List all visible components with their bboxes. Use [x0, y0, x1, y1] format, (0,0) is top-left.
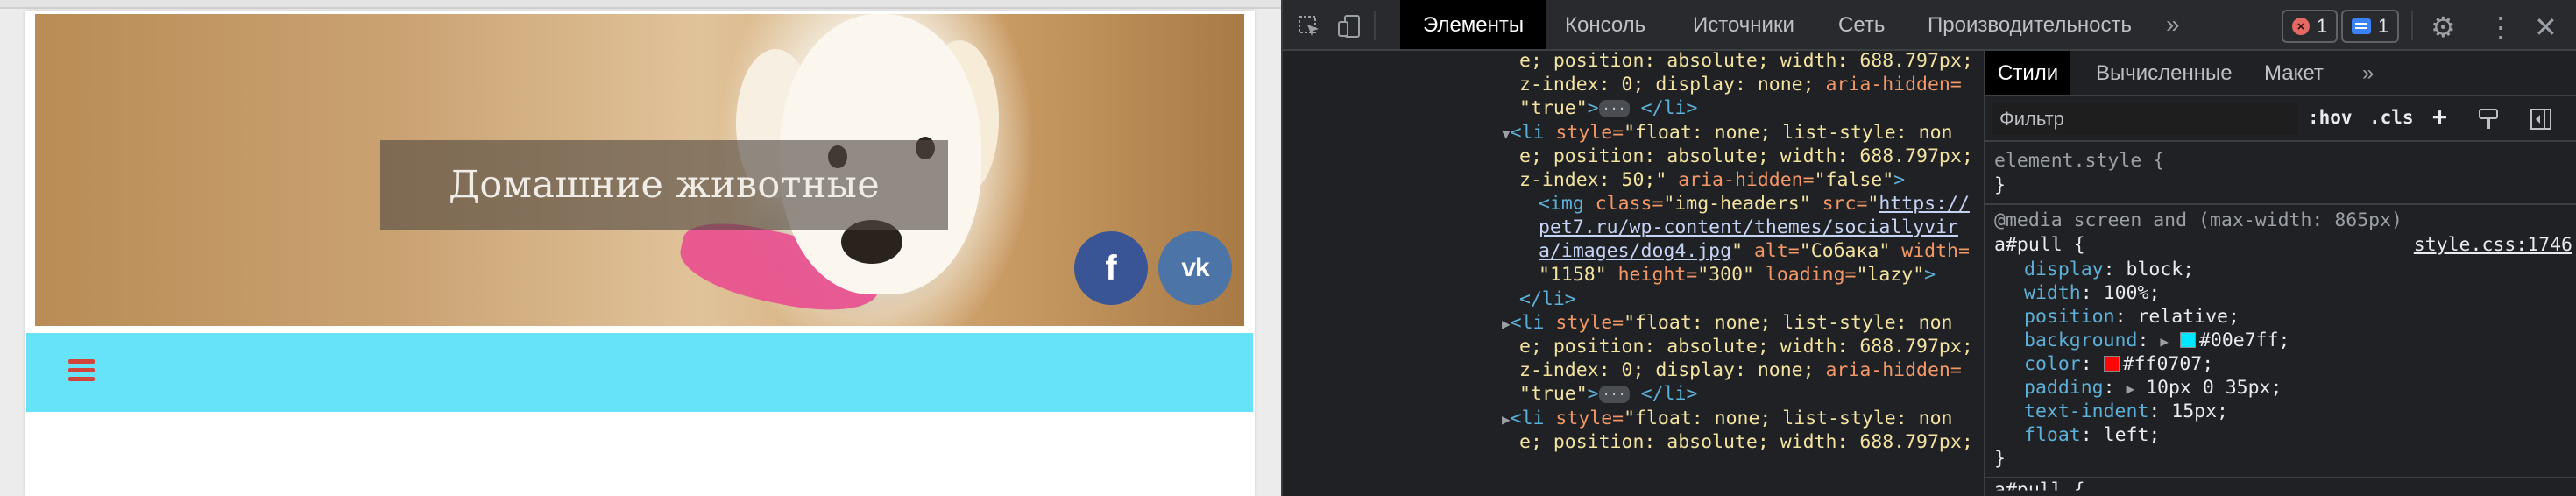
page-top-strip — [0, 0, 1281, 9]
class-toggle[interactable]: .cls — [2369, 107, 2414, 128]
css-rules: element.style { } @media screen and (max… — [1985, 144, 2576, 494]
dom-line[interactable]: a/images/dog4.jpg" alt="Собака" width= — [1539, 239, 1970, 264]
css-property[interactable]: text-indent: 15px; — [2024, 400, 2228, 424]
dom-line[interactable]: e; position: absolute; width: 688.797px; — [1519, 145, 1973, 169]
dom-line[interactable]: "true"> ··· </li> — [1519, 382, 1697, 407]
dom-line[interactable]: z-index: 0; display: none; aria-hidden= — [1519, 73, 1962, 97]
facebook-icon: f — [1105, 248, 1117, 287]
error-count: 1 — [2317, 15, 2328, 37]
message-icon — [2352, 18, 2371, 34]
dom-line[interactable]: <img class="img-headers" src="https:// — [1539, 192, 1970, 216]
expand-arrow-icon: ▼ — [1502, 125, 1511, 142]
message-count: 1 — [2378, 15, 2389, 37]
facebook-button[interactable]: f — [1074, 231, 1148, 305]
toggle-sidebar-icon[interactable] — [2529, 107, 2553, 131]
styles-filter-input[interactable] — [1992, 103, 2297, 135]
dom-line[interactable]: e; position: absolute; width: 688.797px; — [1519, 430, 1973, 455]
devtools-panel: Элементы Консоль Источники Сеть Производ… — [1281, 0, 2576, 496]
collapsed-content-icon[interactable]: ··· — [1598, 386, 1630, 403]
rule-close: } — [1994, 174, 2006, 196]
styles-filter-row: :hov .cls + — [1985, 96, 2576, 142]
tab-computed[interactable]: Вычисленные — [2096, 51, 2233, 95]
inspect-element-icon[interactable] — [1297, 14, 1321, 39]
webpage-viewport: Домашние животные f vk — [0, 0, 1281, 496]
tab-elements[interactable]: Элементы — [1400, 0, 1547, 49]
hamburger-menu-icon[interactable] — [68, 359, 95, 382]
new-rule-icon[interactable]: + — [2432, 102, 2447, 131]
dom-line-expanded[interactable]: ▼<li style="float: none; list-style: non — [1502, 121, 1952, 146]
styles-pane: Стили Вычисленные Макет » :hov .cls + el… — [1984, 51, 2576, 496]
css-property[interactable]: display: block; — [2024, 258, 2194, 282]
header-image-dog: Домашние животные f vk — [35, 14, 1244, 326]
device-toolbar-icon[interactable] — [1337, 14, 1362, 39]
error-icon: × — [2292, 18, 2310, 35]
color-swatch-icon[interactable] — [2179, 332, 2196, 348]
devtools-toolbar: Элементы Консоль Источники Сеть Производ… — [1283, 0, 2576, 51]
tab-styles[interactable]: Стили — [1985, 51, 2071, 95]
paint-brush-icon[interactable] — [2476, 107, 2501, 131]
rule-selector[interactable]: a#pull { — [1994, 233, 2085, 258]
dom-line[interactable]: </li> — [1519, 287, 1576, 312]
css-property[interactable]: color: #ff0707; — [2024, 352, 2213, 377]
css-property[interactable]: width: 100%; — [2024, 281, 2160, 306]
site-title-box: Домашние животные — [380, 140, 948, 230]
tab-network[interactable]: Сеть — [1838, 0, 1885, 49]
dom-line[interactable]: z-index: 50;" aria-hidden="false"> — [1519, 168, 1905, 193]
vk-button[interactable]: vk — [1158, 231, 1232, 305]
collapse-arrow-icon: ▶ — [1502, 315, 1511, 332]
page-content: Домашние животные f vk — [25, 11, 1255, 496]
css-property[interactable]: background: ▶ #00e7ff; — [2024, 329, 2290, 354]
dom-line-collapsed[interactable]: ▶<li style="float: none; list-style: non — [1502, 407, 1952, 432]
elements-tree[interactable]: e; position: absolute; width: 688.797px;… — [1283, 51, 1984, 496]
vk-icon: vk — [1181, 253, 1209, 282]
media-query: @media screen and (max-width: 865px) — [1994, 209, 2403, 231]
errors-badge[interactable]: × 1 — [2282, 10, 2339, 43]
next-rule-partial: a#pull { — [1994, 479, 2085, 496]
css-property[interactable]: position: relative; — [2024, 305, 2240, 329]
hover-state-toggle[interactable]: :hov — [2308, 107, 2353, 128]
close-icon[interactable]: ✕ — [2534, 11, 2558, 44]
site-title[interactable]: Домашние животные — [449, 163, 880, 207]
dom-line[interactable]: pet7.ru/wp-content/themes/sociallyvir — [1539, 216, 1958, 240]
dom-line[interactable]: z-index: 0; display: none; aria-hidden= — [1519, 358, 1962, 383]
styles-tabbar: Стили Вычисленные Макет » — [1985, 51, 2576, 96]
rule-close: } — [1994, 448, 2006, 470]
more-panes-chevron-icon[interactable]: » — [2362, 51, 2374, 95]
css-property[interactable]: padding: ▶ 10px 0 35px; — [2024, 376, 2282, 401]
collapse-arrow-icon: ▶ — [1502, 411, 1511, 428]
tab-layout[interactable]: Макет — [2264, 51, 2324, 95]
css-property[interactable]: float: left; — [2024, 423, 2160, 448]
color-swatch-icon[interactable] — [2103, 356, 2120, 372]
dom-line[interactable]: e; position: absolute; width: 688.797px; — [1519, 335, 1973, 359]
tab-performance[interactable]: Производительность — [1928, 0, 2132, 49]
more-tabs-chevron-icon[interactable]: » — [2166, 11, 2180, 39]
collapsed-content-icon[interactable]: ··· — [1598, 100, 1630, 117]
gear-icon[interactable]: ⚙ — [2431, 11, 2456, 44]
mobile-nav-bar — [26, 333, 1253, 412]
element-style-selector[interactable]: element.style { — [1994, 149, 2164, 174]
tab-sources[interactable]: Источники — [1693, 0, 1794, 49]
tab-console[interactable]: Консоль — [1565, 0, 1645, 49]
messages-badge[interactable]: 1 — [2341, 10, 2400, 43]
dom-line[interactable]: "1158" height="300" loading="lazy"> — [1539, 263, 1936, 287]
dom-line[interactable]: "true"> ··· </li> — [1519, 96, 1697, 121]
dom-line[interactable]: e; position: absolute; width: 688.797px; — [1519, 51, 1973, 74]
dom-line-collapsed[interactable]: ▶<li style="float: none; list-style: non — [1502, 311, 1952, 337]
rule-source-link[interactable]: style.css:1746 — [2414, 233, 2572, 258]
more-options-icon[interactable]: ⋮ — [2487, 11, 2515, 44]
